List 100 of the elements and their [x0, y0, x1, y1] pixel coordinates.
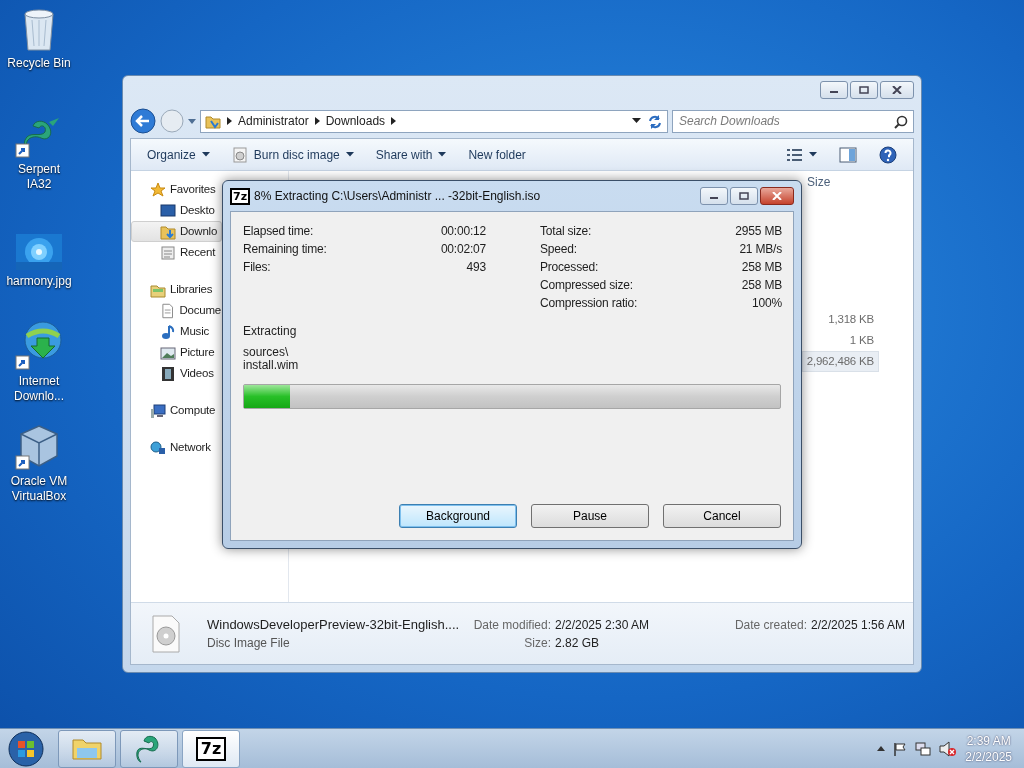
maximize-icon	[859, 86, 869, 94]
chevron-icon	[227, 117, 232, 125]
stat-label: Elapsed time:	[243, 223, 314, 240]
dialog-button[interactable]: Cancel	[663, 504, 781, 528]
recent-places-icon	[160, 244, 176, 261]
close-icon	[892, 86, 902, 94]
property-value: 2/2/2025 1:56 AM	[811, 616, 907, 634]
file-name: WindowsDeveloperPreview-32bit-English....	[207, 615, 461, 634]
stat-label: Total size:	[540, 223, 592, 240]
file-type: Disc Image File	[207, 634, 291, 652]
toolbar-button[interactable]: Burn disc image	[223, 142, 362, 167]
stat-value: 2955 MB	[735, 223, 782, 240]
folder-icon	[205, 113, 221, 129]
show-hidden-icons-icon	[877, 746, 886, 751]
desktop-icon-label[interactable]: Recycle Bin	[4, 56, 74, 71]
nav-item[interactable]: Network	[131, 437, 222, 458]
download-folder-icon	[160, 223, 176, 240]
nav-item[interactable]: Deskto	[131, 200, 222, 221]
stat-value: 258 MB	[741, 259, 782, 276]
column-header[interactable]: Size	[807, 173, 831, 191]
breadcrumb[interactable]: Downloads	[325, 112, 386, 130]
close-icon	[772, 192, 782, 200]
help-icon	[879, 145, 897, 164]
stat-label: Compression ratio:	[540, 295, 638, 312]
desktop-icon-label[interactable]: Oracle VM VirtualBox	[4, 474, 74, 504]
document-icon	[160, 302, 176, 319]
status-text: Extracting	[243, 324, 297, 338]
nav-item[interactable]: Recent	[131, 242, 222, 263]
stat-label: Speed:	[540, 241, 577, 258]
maximize-icon	[739, 192, 749, 200]
computer-icon	[150, 402, 166, 419]
muted-speaker-icon	[939, 740, 958, 757]
desktop-icon-label[interactable]: Internet Downlo...	[4, 374, 74, 404]
file-size: 2,962,486 KB	[801, 350, 879, 373]
star-icon	[150, 181, 166, 198]
property-label: Date modified:	[473, 616, 551, 634]
desktop-icon	[160, 202, 176, 219]
caret-icon	[345, 152, 354, 157]
close-button[interactable]	[880, 81, 914, 99]
nav-item[interactable]: Music	[131, 321, 222, 342]
dialog-button[interactable]: Pause	[531, 504, 649, 528]
list-view-icon	[787, 147, 803, 162]
back-button[interactable]	[130, 108, 156, 134]
nav-item[interactable]: Videos	[131, 363, 222, 384]
toolbar-button[interactable]: Share with	[367, 142, 455, 167]
maximize-button[interactable]	[850, 81, 878, 99]
nav-item[interactable]: Compute	[131, 400, 222, 421]
caret-icon	[188, 118, 196, 125]
window-title: 8% Extracting C:\Users\Administr ... -32bit-English.iso	[254, 188, 542, 205]
stat-value: 00:02:07	[440, 241, 486, 258]
stat-label: Processed:	[540, 259, 599, 276]
breadcrumb[interactable]: Administrator	[238, 112, 309, 130]
preview-pane-icon	[839, 146, 857, 163]
film-icon	[160, 365, 176, 382]
close-button[interactable]	[760, 187, 794, 205]
dialog-button[interactable]: Background	[399, 504, 517, 528]
app-logo: 7z	[230, 187, 251, 205]
property-label: Size:	[524, 634, 551, 652]
minimize-button[interactable]	[700, 187, 728, 205]
search-icon	[894, 114, 908, 129]
nav-item[interactable]: Docume	[131, 300, 222, 321]
start-button[interactable]	[6, 729, 46, 768]
stat-label: Compressed size:	[540, 277, 633, 294]
picture-library-icon	[160, 344, 176, 361]
nav-item[interactable]: Libraries	[131, 279, 222, 300]
caret-icon	[201, 152, 210, 157]
nav-item[interactable]: Downlo	[131, 221, 222, 242]
file-size: 1 KB	[848, 332, 875, 348]
toolbar-button[interactable]: Organize	[139, 142, 218, 167]
chevron-icon	[314, 117, 320, 125]
maximize-button[interactable]	[730, 187, 758, 205]
taskbar-button[interactable]	[120, 729, 178, 768]
stat-label: Remaining time:	[243, 241, 327, 258]
search-field[interactable]: Search Downloads	[672, 109, 914, 133]
file-path: sources\	[243, 346, 289, 359]
network-icon	[915, 740, 932, 757]
flag-icon	[893, 741, 908, 756]
stat-value: 21 MB/s	[739, 241, 782, 258]
minimize-button[interactable]	[820, 81, 848, 99]
taskbar-button[interactable]: 7z	[182, 729, 240, 768]
stat-value: 493	[466, 259, 486, 276]
desktop-icon-label[interactable]: Serpent IA32	[4, 162, 74, 192]
download-manager-shortcut-icon	[15, 318, 63, 370]
file-size: 1,318 KB	[827, 311, 875, 327]
stat-value: 258 MB	[741, 277, 782, 294]
nav-item[interactable]: Picture	[131, 342, 222, 363]
property-value: 2.82 GB	[555, 634, 601, 652]
music-icon	[160, 323, 176, 340]
property-value: 2/2/2025 2:30 AM	[555, 616, 651, 634]
nav-item[interactable]: Favorites	[131, 179, 222, 200]
file-path: install.wim	[243, 359, 299, 372]
property-label: Date created:	[734, 616, 807, 634]
address-bar[interactable]: Administrator Downloads	[200, 109, 668, 133]
chevron-icon	[391, 117, 397, 125]
dropdown-icon	[632, 118, 641, 124]
toolbar-button[interactable]: New folder	[460, 142, 534, 167]
caret-icon	[438, 152, 447, 157]
network-icon	[150, 439, 166, 456]
desktop-icon-label[interactable]: harmony.jpg	[4, 274, 74, 289]
stat-label: Files:	[243, 259, 271, 276]
